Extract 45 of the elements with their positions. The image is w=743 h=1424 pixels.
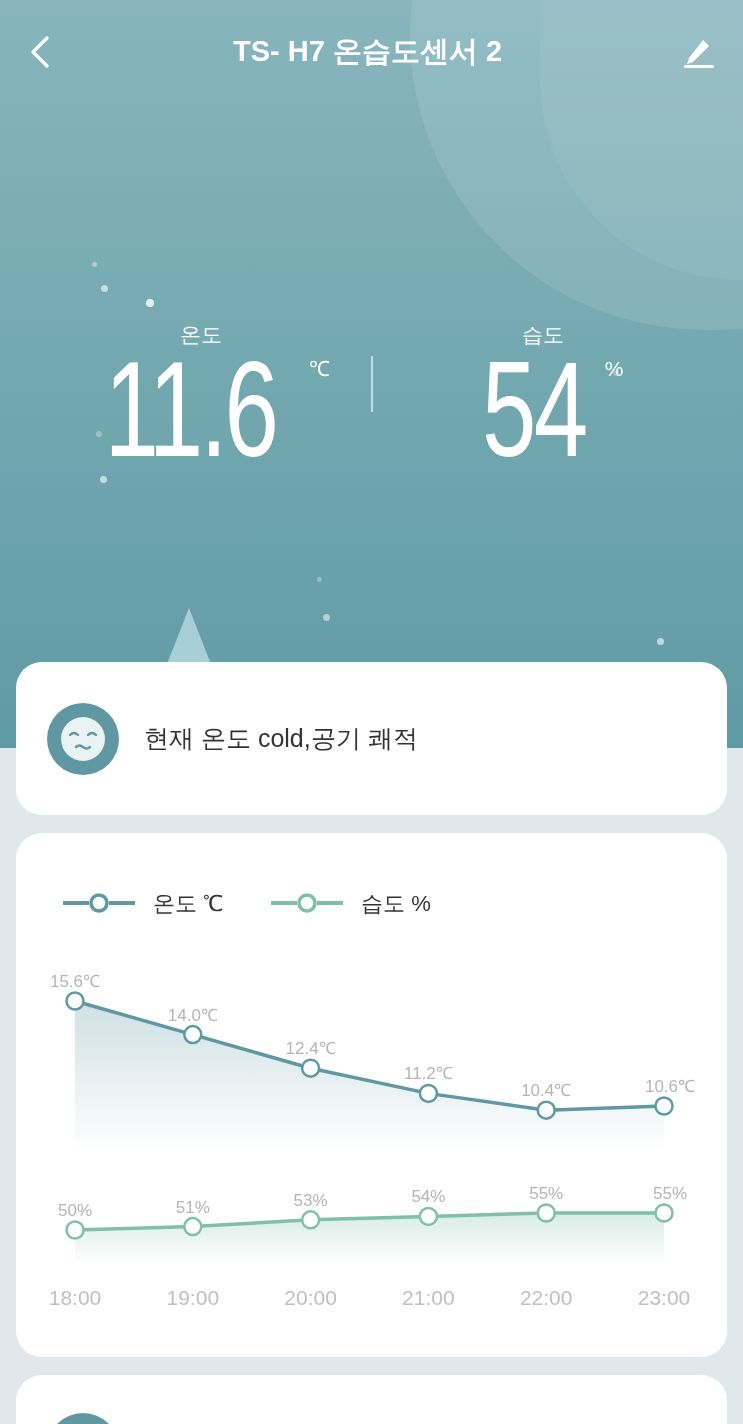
page-title: TS- H7 온습도센서 2	[232, 34, 503, 70]
data-point	[536, 1203, 556, 1223]
data-point	[418, 1206, 439, 1227]
pointer-triangle-icon	[167, 608, 211, 664]
data-point	[654, 1096, 674, 1116]
data-point	[536, 1100, 556, 1120]
data-point	[418, 1083, 439, 1104]
data-label: 14.0℃	[167, 1005, 218, 1025]
data-label: 11.2℃	[404, 1064, 453, 1084]
face-icon	[47, 702, 119, 775]
reading-value: 11.6	[104, 349, 276, 469]
data-point	[300, 1058, 321, 1078]
legend-line-icon	[63, 893, 135, 913]
data-point	[183, 1216, 203, 1237]
axis-label: 22:00	[519, 1286, 573, 1309]
data-label: 12.4℃	[285, 1039, 336, 1059]
back-icon	[30, 36, 50, 68]
reading-unit: ℃	[309, 356, 331, 382]
data-point	[300, 1210, 321, 1230]
data-label: 55%	[529, 1184, 564, 1203]
reading-label: 온도	[179, 322, 222, 348]
data-label: 55%	[653, 1184, 687, 1203]
data-point	[65, 1220, 85, 1240]
axis-label: 19:00	[166, 1286, 220, 1309]
legend-line-icon	[271, 893, 344, 913]
data-label: 54%	[411, 1187, 446, 1207]
reading-unit: %	[604, 356, 624, 382]
status-text: 현재 온도 cold,공기 쾌적	[144, 722, 418, 754]
axis-label: 23:00	[637, 1286, 691, 1309]
data-label: 50%	[58, 1201, 92, 1220]
legend-label: 습도 %	[361, 889, 431, 918]
data-label: 51%	[175, 1197, 210, 1217]
data-label: 53%	[293, 1190, 328, 1210]
axis-label: 18:00	[48, 1286, 102, 1309]
data-point	[654, 1203, 674, 1223]
data-label: 10.4℃	[521, 1081, 572, 1101]
axis-label: 21:00	[402, 1286, 455, 1309]
legend-label: 온도 ℃	[153, 889, 224, 918]
data-label: 15.6℃	[49, 972, 101, 991]
reading-value: 54	[481, 349, 585, 469]
axis-label: 20:00	[284, 1286, 337, 1309]
data-point	[65, 991, 85, 1011]
data-label: 10.6℃	[644, 1077, 696, 1096]
reading-label: 습도	[521, 322, 564, 348]
data-point	[183, 1024, 203, 1045]
